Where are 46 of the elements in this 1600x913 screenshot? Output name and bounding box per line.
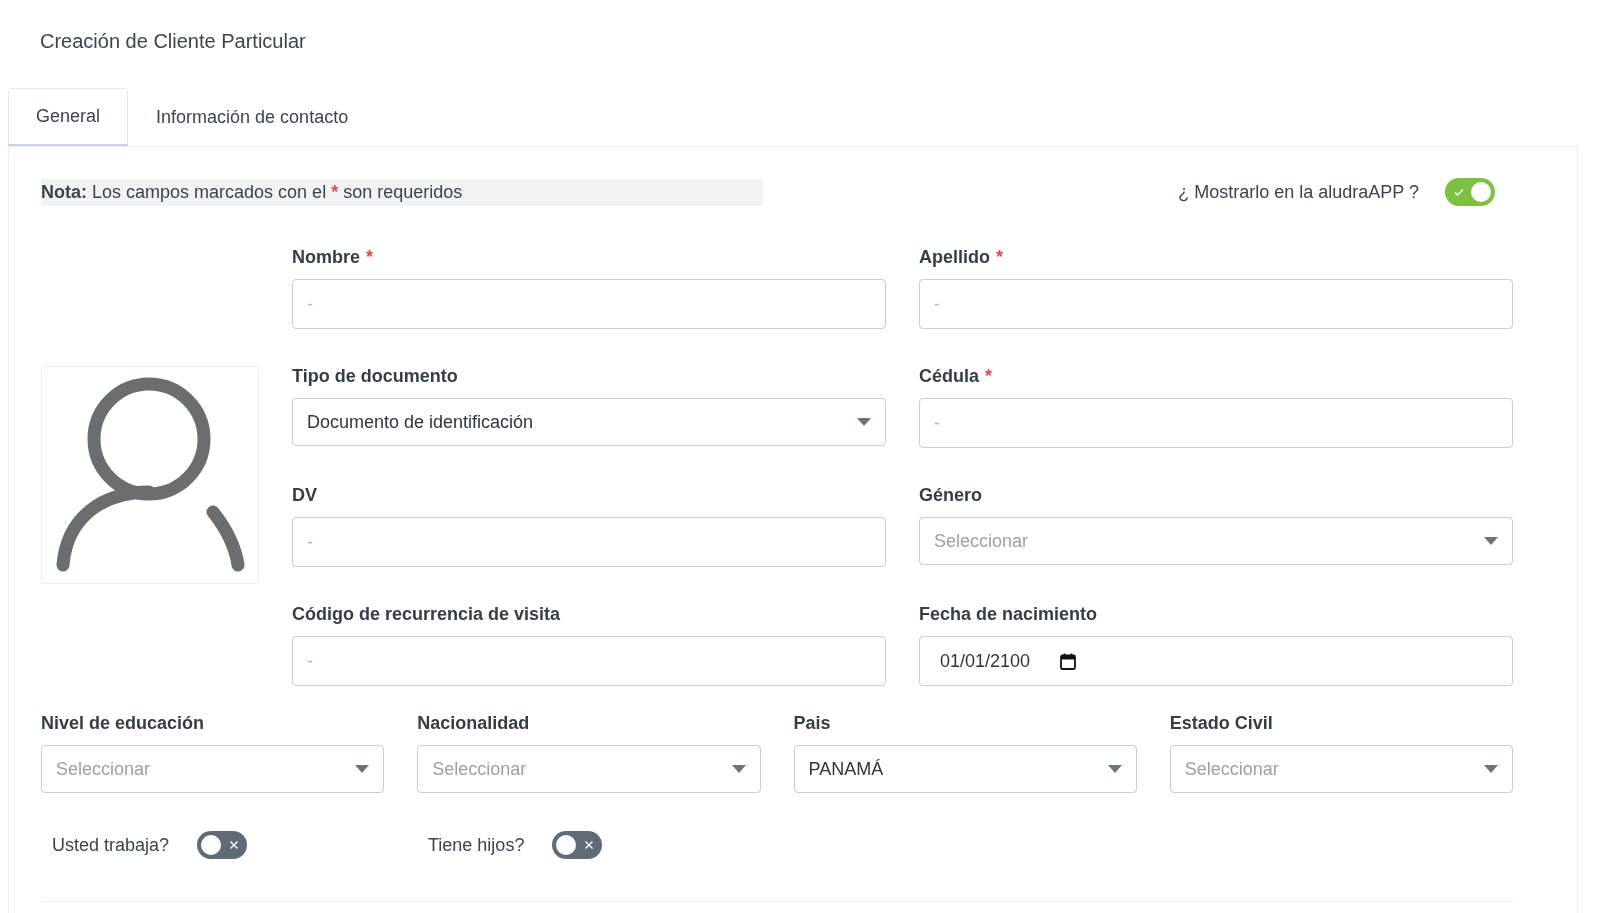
field-label: Nombre: [292, 245, 360, 269]
toggle-switch[interactable]: [552, 831, 603, 859]
required-mark: *: [996, 245, 1003, 269]
text-field[interactable]: -: [919, 279, 1513, 329]
required-mark: *: [366, 245, 374, 269]
field-label: Código de recurrencia de visita: [292, 602, 561, 626]
required-mark: *: [985, 364, 993, 388]
caret-icon: [857, 418, 871, 426]
field-label: DV: [292, 483, 317, 507]
field-label: Cédula: [919, 364, 979, 388]
field-label: Apellido: [919, 245, 990, 269]
required-note: Nota: Los campos marcados con el * son requeridos: [41, 178, 763, 206]
check-icon: [1453, 186, 1465, 198]
field-label: Estado Civil: [1169, 711, 1273, 735]
tab[interactable]: General: [8, 88, 129, 146]
toggle-switch[interactable]: [1445, 178, 1495, 206]
toggle-label: Tiene hijos?: [428, 833, 525, 857]
select-field[interactable]: Documento de identificación: [292, 398, 886, 446]
caret-icon: [355, 765, 370, 773]
caret-icon: [1107, 765, 1122, 773]
toggle-label: Usted trabaja?: [52, 833, 170, 857]
tab[interactable]: Información de contacto: [128, 88, 377, 146]
text-field[interactable]: -: [919, 398, 1513, 448]
close-icon: [584, 840, 595, 850]
toggle-knob: [556, 835, 577, 855]
field-label: Fecha de nacimiento: [919, 602, 1098, 626]
caret-icon: [1484, 537, 1498, 545]
caret-icon: [1484, 765, 1498, 773]
field-label: Género: [919, 483, 983, 507]
text-field[interactable]: -: [292, 279, 886, 329]
toggle-label: ¿ Mostrarlo en la aludraAPP ?: [1178, 180, 1419, 204]
text-field[interactable]: -: [292, 636, 886, 686]
field-label: Tipo de documento: [292, 364, 458, 388]
page-title: Creación de Cliente Particular: [39, 29, 307, 54]
close-icon: [229, 840, 240, 850]
toggle-knob: [1471, 182, 1491, 202]
caret-icon: [731, 765, 746, 773]
field-label: Pais: [793, 711, 831, 735]
calendar-icon: [1060, 652, 1077, 670]
toggle-knob: [201, 835, 222, 855]
field-label: Nivel de educación: [41, 711, 205, 735]
field-label: Nacionalidad: [417, 711, 530, 735]
toggle-switch[interactable]: [197, 831, 248, 859]
select-field[interactable]: PANAMÁ: [793, 745, 1137, 793]
text-field[interactable]: -: [292, 517, 886, 567]
date-field[interactable]: 01/01/2100: [919, 636, 1513, 686]
